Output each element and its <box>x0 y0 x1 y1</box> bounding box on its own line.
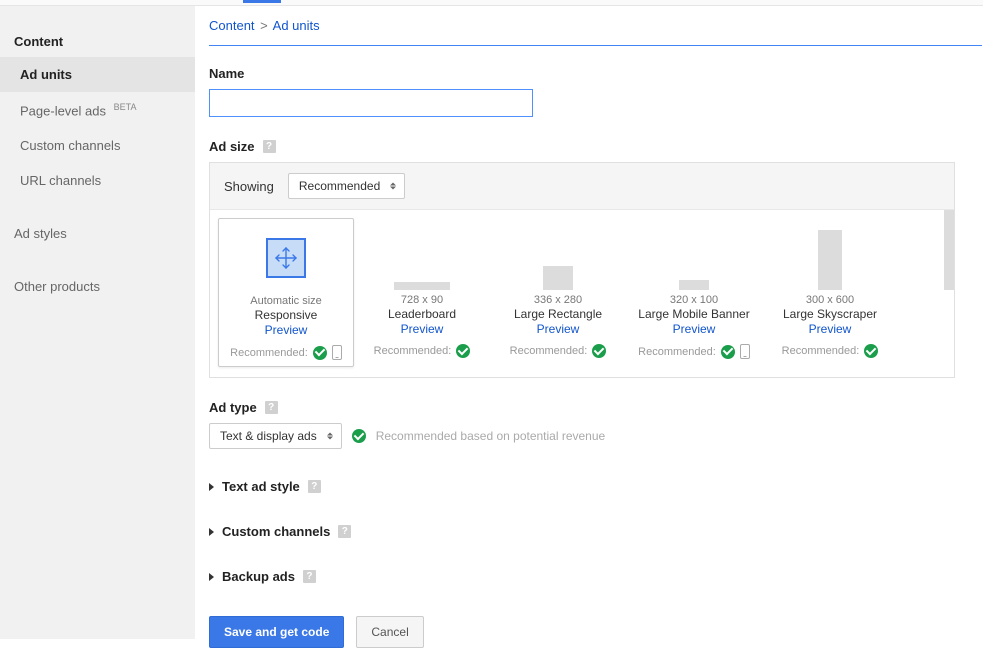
sidebar-item-label: Page-level ads <box>20 103 106 118</box>
beta-badge: BETA <box>114 102 137 112</box>
breadcrumb: Content > Ad units <box>209 18 983 45</box>
help-icon[interactable]: ? <box>308 480 321 493</box>
breadcrumb-root[interactable]: Content <box>209 18 255 33</box>
ad-type-select[interactable]: Text & display ads <box>209 423 342 449</box>
ad-type-value: Text & display ads <box>220 429 317 443</box>
ad-size-label: Ad size ? <box>209 139 983 154</box>
size-rect-icon <box>679 280 709 290</box>
check-icon <box>313 346 327 360</box>
help-icon[interactable]: ? <box>303 570 316 583</box>
preview-link[interactable]: Preview <box>537 322 580 336</box>
check-icon <box>721 345 735 359</box>
help-icon[interactable]: ? <box>263 140 276 153</box>
sidebar-item-custom-channels[interactable]: Custom channels <box>0 128 195 163</box>
size-title: Responsive <box>255 308 318 322</box>
sidebar-item-url-channels[interactable]: URL channels <box>0 163 195 198</box>
ad-size-body: Automatic size Responsive Preview Recomm… <box>210 210 954 377</box>
check-icon <box>864 344 878 358</box>
check-icon <box>592 344 606 358</box>
size-thumb <box>630 224 758 290</box>
sidebar-item-ad-units[interactable]: Ad units <box>0 57 195 92</box>
size-thumb <box>494 224 622 290</box>
expander-backup-ads[interactable]: Backup ads ? <box>209 569 983 584</box>
preview-link[interactable]: Preview <box>673 322 716 336</box>
updown-icon <box>390 183 396 190</box>
ad-size-filter-select[interactable]: Recommended <box>288 173 405 199</box>
size-rect-icon <box>818 230 842 290</box>
name-label-text: Name <box>209 66 244 81</box>
size-thumb <box>766 224 894 290</box>
size-title: Leaderboard <box>388 307 456 321</box>
responsive-icon <box>266 238 306 278</box>
main-content: Content > Ad units Name Ad size ? Showin… <box>195 6 983 639</box>
size-card-large-rectangle[interactable]: 336 x 280 Large Rectangle Preview Recomm… <box>490 218 626 367</box>
recommended-label: Recommended: <box>230 347 308 359</box>
size-title: Large Rectangle <box>514 307 602 321</box>
ad-type-note: Recommended based on potential revenue <box>376 429 606 443</box>
expander-label: Custom channels <box>222 524 330 539</box>
size-thumb <box>358 224 486 290</box>
updown-icon <box>327 433 333 440</box>
sidebar-item-other-products[interactable]: Other products <box>0 269 195 304</box>
breadcrumb-leaf[interactable]: Ad units <box>273 18 320 33</box>
sidebar: Content Ad units Page-level ads BETA Cus… <box>0 6 195 639</box>
scrollbar[interactable] <box>944 210 954 290</box>
check-icon <box>456 344 470 358</box>
check-icon <box>352 429 366 443</box>
size-title: Large Skyscraper <box>783 307 877 321</box>
expander-label: Backup ads <box>222 569 295 584</box>
save-and-get-code-button[interactable]: Save and get code <box>209 616 344 648</box>
showing-label: Showing <box>224 179 274 194</box>
ad-size-label-text: Ad size <box>209 139 255 154</box>
sidebar-item-label: URL channels <box>20 173 101 188</box>
chevron-right-icon <box>209 528 214 536</box>
active-tab-marker <box>243 0 281 3</box>
header-divider <box>209 45 982 46</box>
chevron-right-icon <box>209 573 214 581</box>
chevron-right-icon <box>209 483 214 491</box>
sidebar-item-page-level-ads[interactable]: Page-level ads BETA <box>0 92 195 128</box>
ad-type-label-text: Ad type <box>209 400 257 415</box>
size-card-responsive[interactable]: Automatic size Responsive Preview Recomm… <box>218 218 354 367</box>
breadcrumb-separator: > <box>260 18 268 33</box>
ad-type-label: Ad type ? <box>209 400 983 415</box>
recommended-label: Recommended: <box>782 345 860 357</box>
preview-link[interactable]: Preview <box>401 322 444 336</box>
ad-size-filter-value: Recommended <box>299 179 380 193</box>
recommended-label: Recommended: <box>374 345 452 357</box>
size-dimension: 728 x 90 <box>401 294 443 306</box>
sidebar-item-label: Ad units <box>20 67 72 82</box>
recommended-label: Recommended: <box>638 346 716 358</box>
preview-link[interactable]: Preview <box>265 323 308 337</box>
size-rect-icon <box>543 266 573 290</box>
mobile-icon <box>740 344 750 359</box>
size-thumb <box>223 225 349 291</box>
size-title: Large Mobile Banner <box>638 307 749 321</box>
sidebar-item-label: Custom channels <box>20 138 120 153</box>
name-input[interactable] <box>209 89 533 117</box>
cancel-button[interactable]: Cancel <box>356 616 423 648</box>
name-label: Name <box>209 66 983 81</box>
size-card-large-skyscraper[interactable]: 300 x 600 Large Skyscraper Preview Recom… <box>762 218 898 367</box>
size-dimension: 320 x 100 <box>670 294 718 306</box>
expander-text-ad-style[interactable]: Text ad style ? <box>209 479 983 494</box>
ad-size-header: Showing Recommended <box>210 163 954 210</box>
size-dimension: 336 x 280 <box>534 294 582 306</box>
mobile-icon <box>332 345 342 360</box>
expander-custom-channels[interactable]: Custom channels ? <box>209 524 983 539</box>
help-icon[interactable]: ? <box>338 525 351 538</box>
help-icon[interactable]: ? <box>265 401 278 414</box>
sidebar-item-ad-styles[interactable]: Ad styles <box>0 216 195 251</box>
size-card-leaderboard[interactable]: 728 x 90 Leaderboard Preview Recommended… <box>354 218 490 367</box>
preview-link[interactable]: Preview <box>809 322 852 336</box>
ad-size-box: Showing Recommended <box>209 162 955 378</box>
size-rect-icon <box>394 282 450 290</box>
size-card-large-mobile-banner[interactable]: 320 x 100 Large Mobile Banner Preview Re… <box>626 218 762 367</box>
size-dimension: 300 x 600 <box>806 294 854 306</box>
expander-label: Text ad style <box>222 479 300 494</box>
size-dimension: Automatic size <box>250 295 322 307</box>
recommended-label: Recommended: <box>510 345 588 357</box>
sidebar-section-content: Content <box>0 26 195 57</box>
